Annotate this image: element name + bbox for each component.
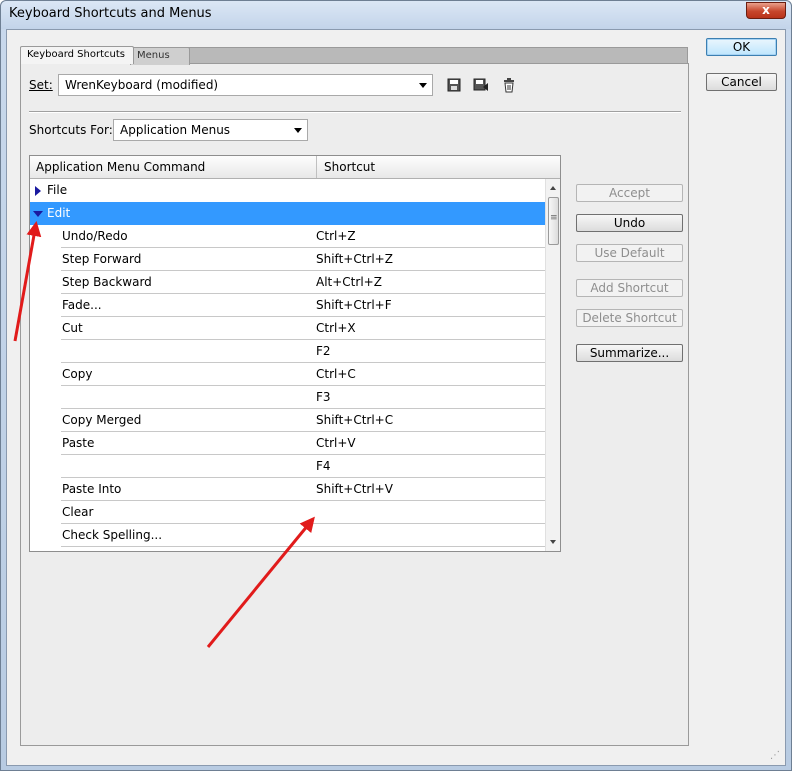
table-row[interactable]: Step Backward Alt+Ctrl+Z: [30, 271, 545, 294]
tab-menus[interactable]: Menus: [130, 47, 190, 65]
table-row[interactable]: F4: [30, 455, 545, 478]
row-command: Clear: [62, 505, 94, 519]
row-shortcut[interactable]: Ctrl+Z: [316, 229, 356, 243]
row-command: Paste Into: [62, 482, 122, 496]
table-row[interactable]: Undo/Redo Ctrl+Z: [30, 225, 545, 248]
delete-shortcut-button[interactable]: Delete Shortcut: [576, 309, 683, 327]
table-row[interactable]: Step Forward Shift+Ctrl+Z: [30, 248, 545, 271]
row-shortcut[interactable]: F3: [316, 390, 331, 404]
dialog-window: Keyboard Shortcuts and Menus x Keyboard …: [0, 0, 792, 771]
window-title: Keyboard Shortcuts and Menus: [9, 6, 212, 21]
table-row-file[interactable]: File: [30, 179, 545, 202]
row-command: Undo/Redo: [62, 229, 128, 243]
row-command: Paste: [62, 436, 95, 450]
row-shortcut[interactable]: Shift+Ctrl+F: [316, 298, 392, 312]
row-command: Fade...: [62, 298, 102, 312]
shortcuts-for-dropdown[interactable]: Application Menus: [113, 119, 308, 141]
row-shortcut[interactable]: Alt+Ctrl+Z: [316, 275, 382, 289]
set-label-text: Set:: [29, 78, 53, 92]
row-command: File: [47, 183, 68, 197]
keyboard-shortcuts-panel: Set: WrenKeyboard (modified) Shortcuts F…: [20, 63, 689, 746]
row-shortcut[interactable]: Ctrl+X: [316, 321, 356, 335]
tab-keyboard-shortcuts[interactable]: Keyboard Shortcuts: [20, 46, 134, 64]
row-shortcut[interactable]: Ctrl+C: [316, 367, 356, 381]
table-header: Application Menu Command Shortcut: [30, 156, 560, 179]
set-dropdown-value: WrenKeyboard (modified): [65, 78, 219, 92]
row-command: Check Spelling...: [62, 528, 163, 542]
column-divider[interactable]: [316, 156, 317, 178]
row-command: Step Backward: [62, 275, 152, 289]
table-row[interactable]: Copy Ctrl+C: [30, 363, 545, 386]
row-shortcut[interactable]: F2: [316, 344, 331, 358]
table-row[interactable]: Check Spelling...: [30, 524, 545, 547]
chevron-down-icon: [419, 83, 427, 88]
table-row[interactable]: Fade... Shift+Ctrl+F: [30, 294, 545, 317]
scroll-up-icon[interactable]: [546, 181, 560, 195]
column-header-command[interactable]: Application Menu Command: [36, 160, 205, 174]
row-shortcut[interactable]: Shift+Ctrl+V: [316, 482, 393, 496]
row-command: Step Forward: [62, 252, 142, 266]
trash-icon[interactable]: [500, 76, 518, 94]
row-command: Copy: [62, 367, 93, 381]
set-dropdown[interactable]: WrenKeyboard (modified): [58, 74, 433, 96]
table-row[interactable]: Paste Into Shift+Ctrl+V: [30, 478, 545, 501]
shortcuts-table: Application Menu Command Shortcut File E…: [29, 155, 561, 552]
use-default-button[interactable]: Use Default: [576, 244, 683, 262]
title-bar[interactable]: Keyboard Shortcuts and Menus x: [1, 1, 791, 29]
column-header-shortcut[interactable]: Shortcut: [324, 160, 375, 174]
table-row[interactable]: Paste Ctrl+V: [30, 432, 545, 455]
separator: [29, 111, 681, 113]
undo-button[interactable]: Undo: [576, 214, 683, 232]
row-command: Copy Merged: [62, 413, 142, 427]
close-icon: x: [762, 3, 770, 17]
chevron-down-icon: [294, 128, 302, 133]
shortcuts-for-label: Shortcuts For:: [29, 123, 113, 137]
dialog-client-area: Keyboard Shortcuts Menus Set: WrenKeyboa…: [6, 29, 786, 766]
accept-button[interactable]: Accept: [576, 184, 683, 202]
table-row[interactable]: Cut Ctrl+X: [30, 317, 545, 340]
ok-button[interactable]: OK: [706, 38, 777, 56]
resize-grip-icon[interactable]: ⋰: [770, 750, 784, 764]
table-row[interactable]: Copy Merged Shift+Ctrl+C: [30, 409, 545, 432]
collapse-triangle-icon[interactable]: [33, 211, 43, 217]
row-command: Cut: [62, 321, 83, 335]
row-shortcut[interactable]: Shift+Ctrl+Z: [316, 252, 393, 266]
scroll-thumb[interactable]: [548, 197, 559, 245]
table-scrollbar[interactable]: [545, 179, 560, 551]
cancel-button[interactable]: Cancel: [706, 73, 777, 91]
row-command: Edit: [47, 206, 71, 220]
shortcuts-for-value: Application Menus: [120, 123, 231, 137]
close-button[interactable]: x: [746, 2, 786, 19]
save-set-as-icon[interactable]: [472, 76, 490, 94]
set-label: Set:: [29, 78, 53, 92]
add-shortcut-button[interactable]: Add Shortcut: [576, 279, 683, 297]
row-shortcut[interactable]: F4: [316, 459, 331, 473]
table-row[interactable]: F2: [30, 340, 545, 363]
row-shortcut[interactable]: Shift+Ctrl+C: [316, 413, 393, 427]
expand-triangle-icon[interactable]: [35, 186, 41, 196]
save-set-icon[interactable]: [445, 76, 463, 94]
row-shortcut[interactable]: Ctrl+V: [316, 436, 356, 450]
table-row[interactable]: Clear: [30, 501, 545, 524]
table-row-edit[interactable]: Edit: [30, 202, 545, 225]
scroll-down-icon[interactable]: [546, 535, 560, 549]
summarize-button[interactable]: Summarize...: [576, 344, 683, 362]
table-row[interactable]: F3: [30, 386, 545, 409]
